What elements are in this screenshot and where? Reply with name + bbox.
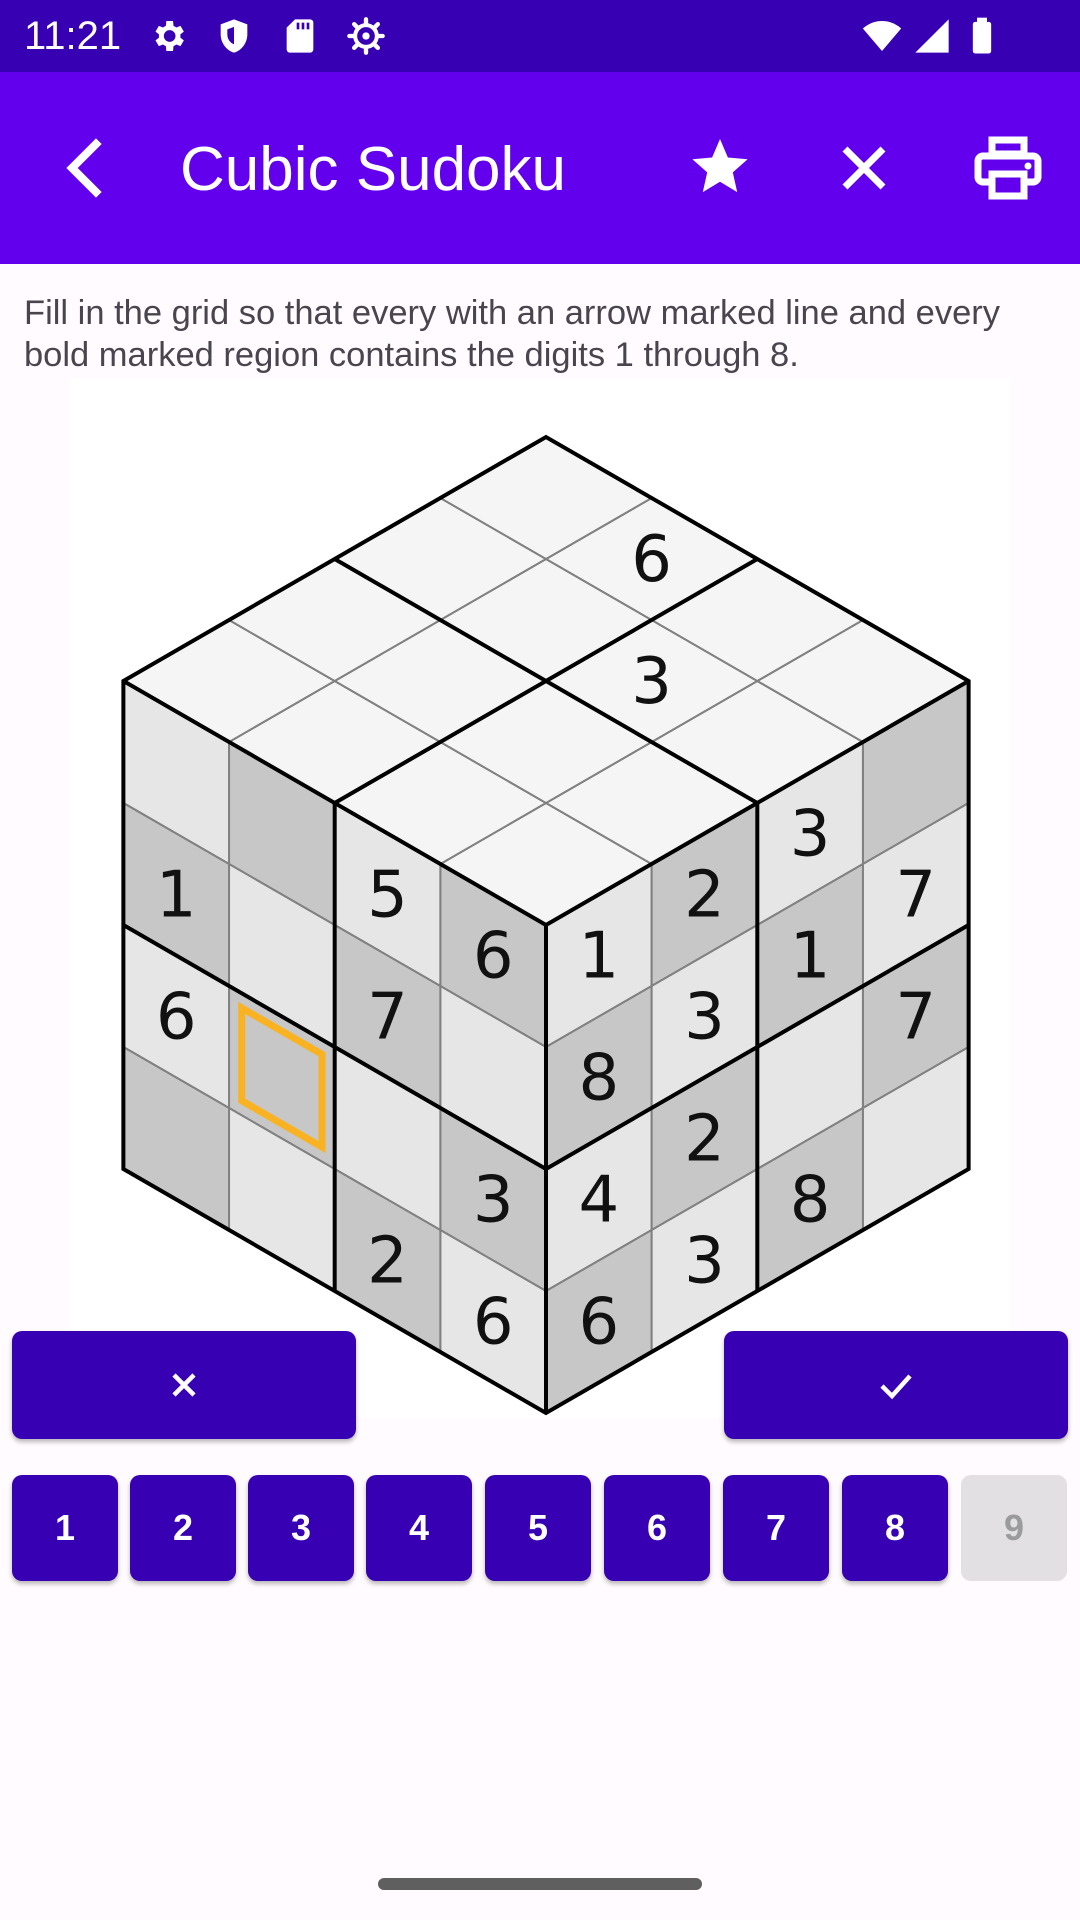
cell-digit: 1	[156, 859, 197, 933]
digit-button-6[interactable]: 6	[604, 1475, 710, 1581]
cell-digit: 3	[684, 981, 725, 1055]
cell-digit: 8	[578, 1042, 619, 1116]
digit-button-2[interactable]: 2	[130, 1475, 236, 1581]
gesture-nav-bar	[378, 1878, 702, 1890]
app-bar: Cubic Sudoku	[0, 72, 1080, 264]
signal-icon	[915, 19, 949, 53]
cell-digit: 7	[895, 981, 936, 1055]
status-time: 11:21	[24, 14, 122, 58]
cell-digit: 6	[473, 1286, 514, 1360]
favorite-button[interactable]	[672, 120, 768, 216]
cell-digit: 2	[684, 1103, 725, 1177]
page-title: Cubic Sudoku	[180, 135, 567, 204]
cell-digit: 6	[473, 920, 514, 994]
sd-card-icon	[286, 19, 314, 53]
status-bar: 11:21	[0, 0, 1080, 72]
back-button[interactable]	[36, 120, 132, 216]
cell-digit: 2	[367, 1225, 408, 1299]
confirm-button[interactable]	[724, 1331, 1068, 1439]
close-button[interactable]	[816, 120, 912, 216]
cell-digit: 1	[578, 920, 619, 994]
digit-button-9: 9	[961, 1475, 1067, 1581]
digit-keypad: 1 2 3 4 5 6 7 8 9	[12, 1475, 1068, 1583]
cell-digit: 3	[631, 645, 672, 719]
cell-digit: 7	[895, 859, 936, 933]
instructions-text: Fill in the grid so that every with an a…	[24, 294, 1001, 374]
cell-digit: 7	[367, 981, 408, 1055]
print-icon	[974, 136, 1042, 200]
cell-digit: 4	[578, 1164, 619, 1238]
cubic-sudoku-board: 36657136621238317427638	[70, 378, 1010, 1418]
star-icon	[692, 139, 748, 193]
digit-button-8[interactable]: 8	[842, 1475, 948, 1581]
cell-digit: 3	[790, 798, 831, 872]
check-icon	[880, 1374, 912, 1400]
back-arrow-icon	[66, 138, 102, 198]
clear-button[interactable]	[12, 1331, 356, 1439]
settings-gear-icon	[347, 17, 385, 55]
print-button[interactable]	[960, 120, 1056, 216]
battery-icon	[972, 17, 992, 54]
digit-button-3[interactable]: 3	[248, 1475, 354, 1581]
cell-digit: 1	[790, 920, 831, 994]
digit-button-7[interactable]: 7	[723, 1475, 829, 1581]
digit-button-1[interactable]: 1	[12, 1475, 118, 1581]
close-icon	[842, 146, 886, 190]
cell-digit: 2	[684, 859, 725, 933]
cell-digit: 3	[473, 1164, 514, 1238]
cell-digit: 5	[367, 859, 408, 933]
cell-digit: 6	[156, 981, 197, 1055]
digit-button-4[interactable]: 4	[366, 1475, 472, 1581]
cell-digit: 8	[790, 1164, 831, 1238]
shield-icon	[220, 19, 248, 53]
digit-button-5[interactable]: 5	[485, 1475, 591, 1581]
wifi-icon	[862, 21, 902, 51]
cell-digit: 6	[631, 523, 672, 597]
close-icon	[172, 1373, 196, 1397]
settings-icon	[155, 21, 184, 51]
cell-digit: 3	[684, 1225, 725, 1299]
cell-digit: 6	[578, 1286, 619, 1360]
